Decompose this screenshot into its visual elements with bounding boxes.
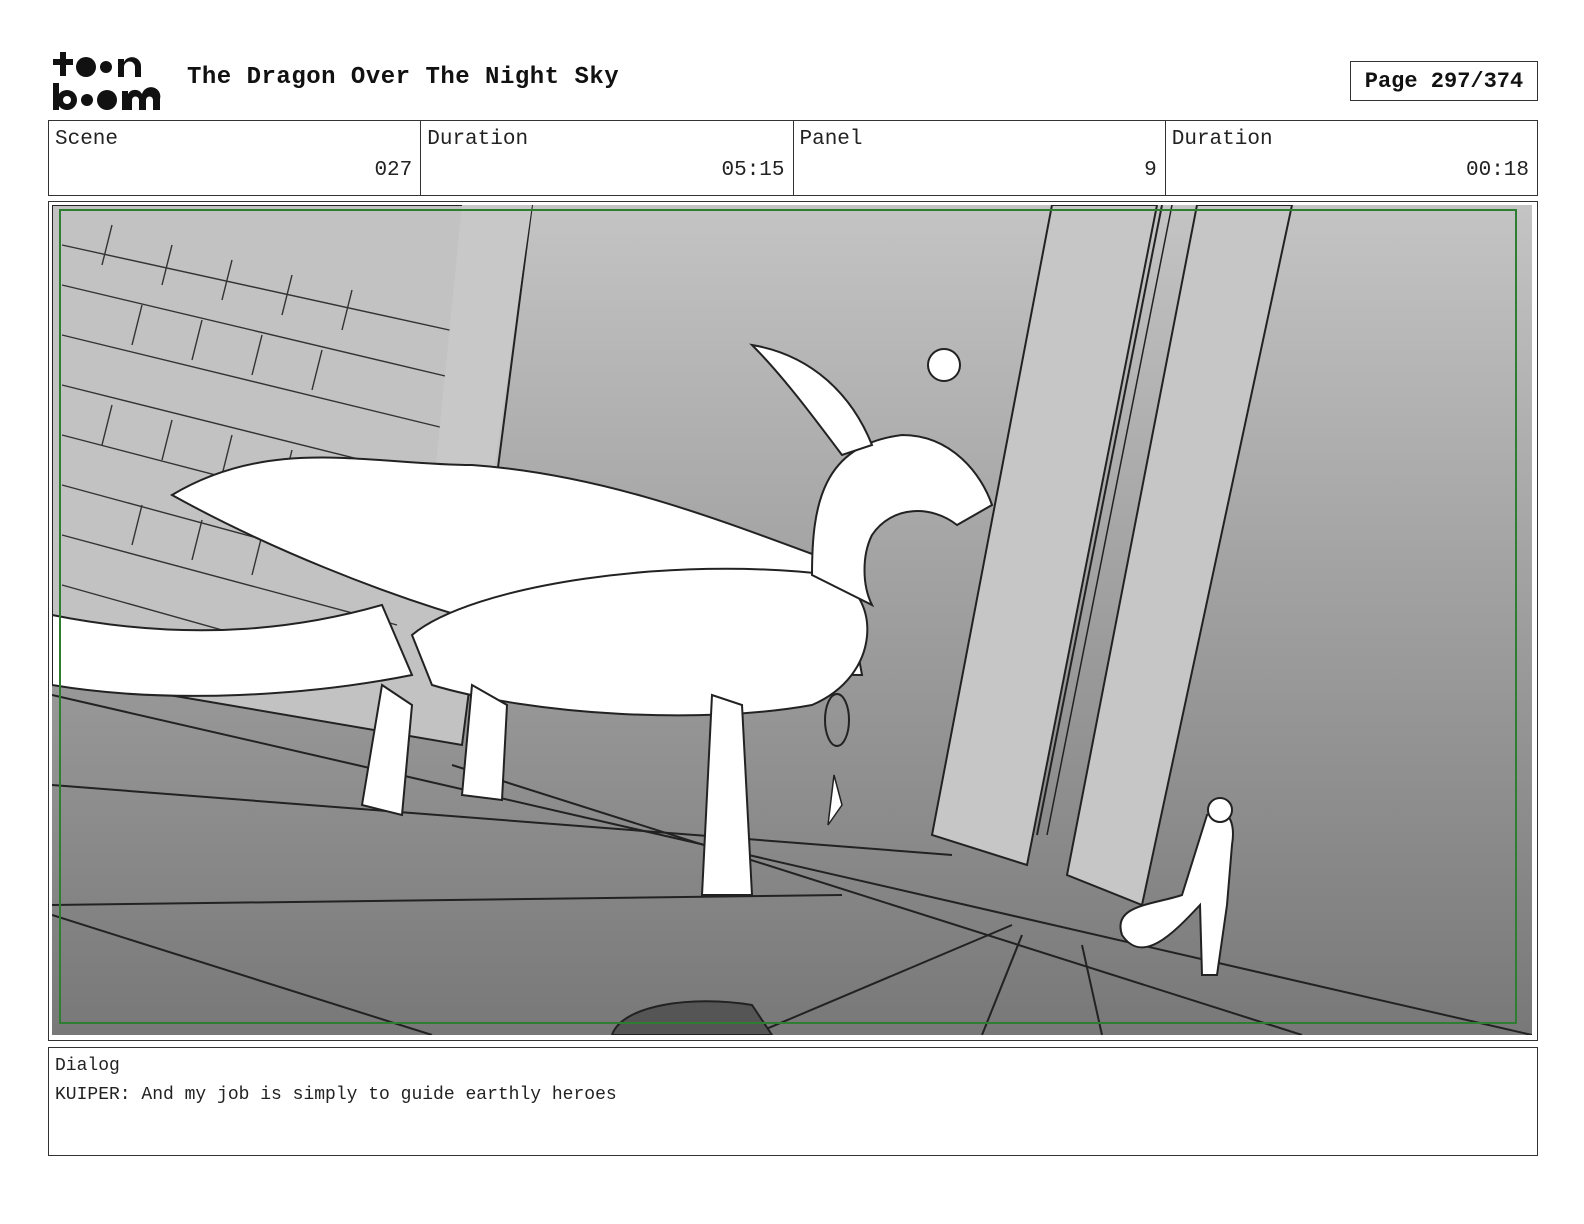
dialog-box: Dialog KUIPER: And my job is simply to g… [48, 1047, 1538, 1156]
panel-duration-value: 00:18 [1465, 159, 1529, 182]
scene-info-table: Scene 027 Duration 05:15 Panel 9 Duratio… [48, 120, 1538, 196]
panel-value: 9 [1144, 159, 1157, 182]
panel-duration-cell: Duration 00:18 [1166, 121, 1537, 195]
storyboard-panel [48, 201, 1538, 1041]
scene-label: Scene [55, 128, 119, 151]
panel-label: Panel [799, 128, 863, 151]
scene-cell: Scene 027 [49, 121, 422, 195]
storyboard-title: The Dragon Over The Night Sky [187, 64, 620, 91]
panel-cell: Panel 9 [794, 121, 1166, 195]
dialog-label: Dialog [55, 1056, 120, 1076]
toonboom-logo [53, 52, 161, 110]
scene-duration-cell: Duration 05:15 [421, 121, 794, 195]
page-indicator: Page 297/374 [1350, 61, 1538, 101]
scene-value: 027 [374, 159, 413, 182]
panel-duration-label: Duration [1171, 128, 1273, 151]
dialog-text: KUIPER: And my job is simply to guide ea… [55, 1085, 617, 1105]
scene-duration-value: 05:15 [721, 159, 785, 182]
scene-duration-label: Duration [427, 128, 529, 151]
panel-sketch [52, 205, 1532, 1035]
